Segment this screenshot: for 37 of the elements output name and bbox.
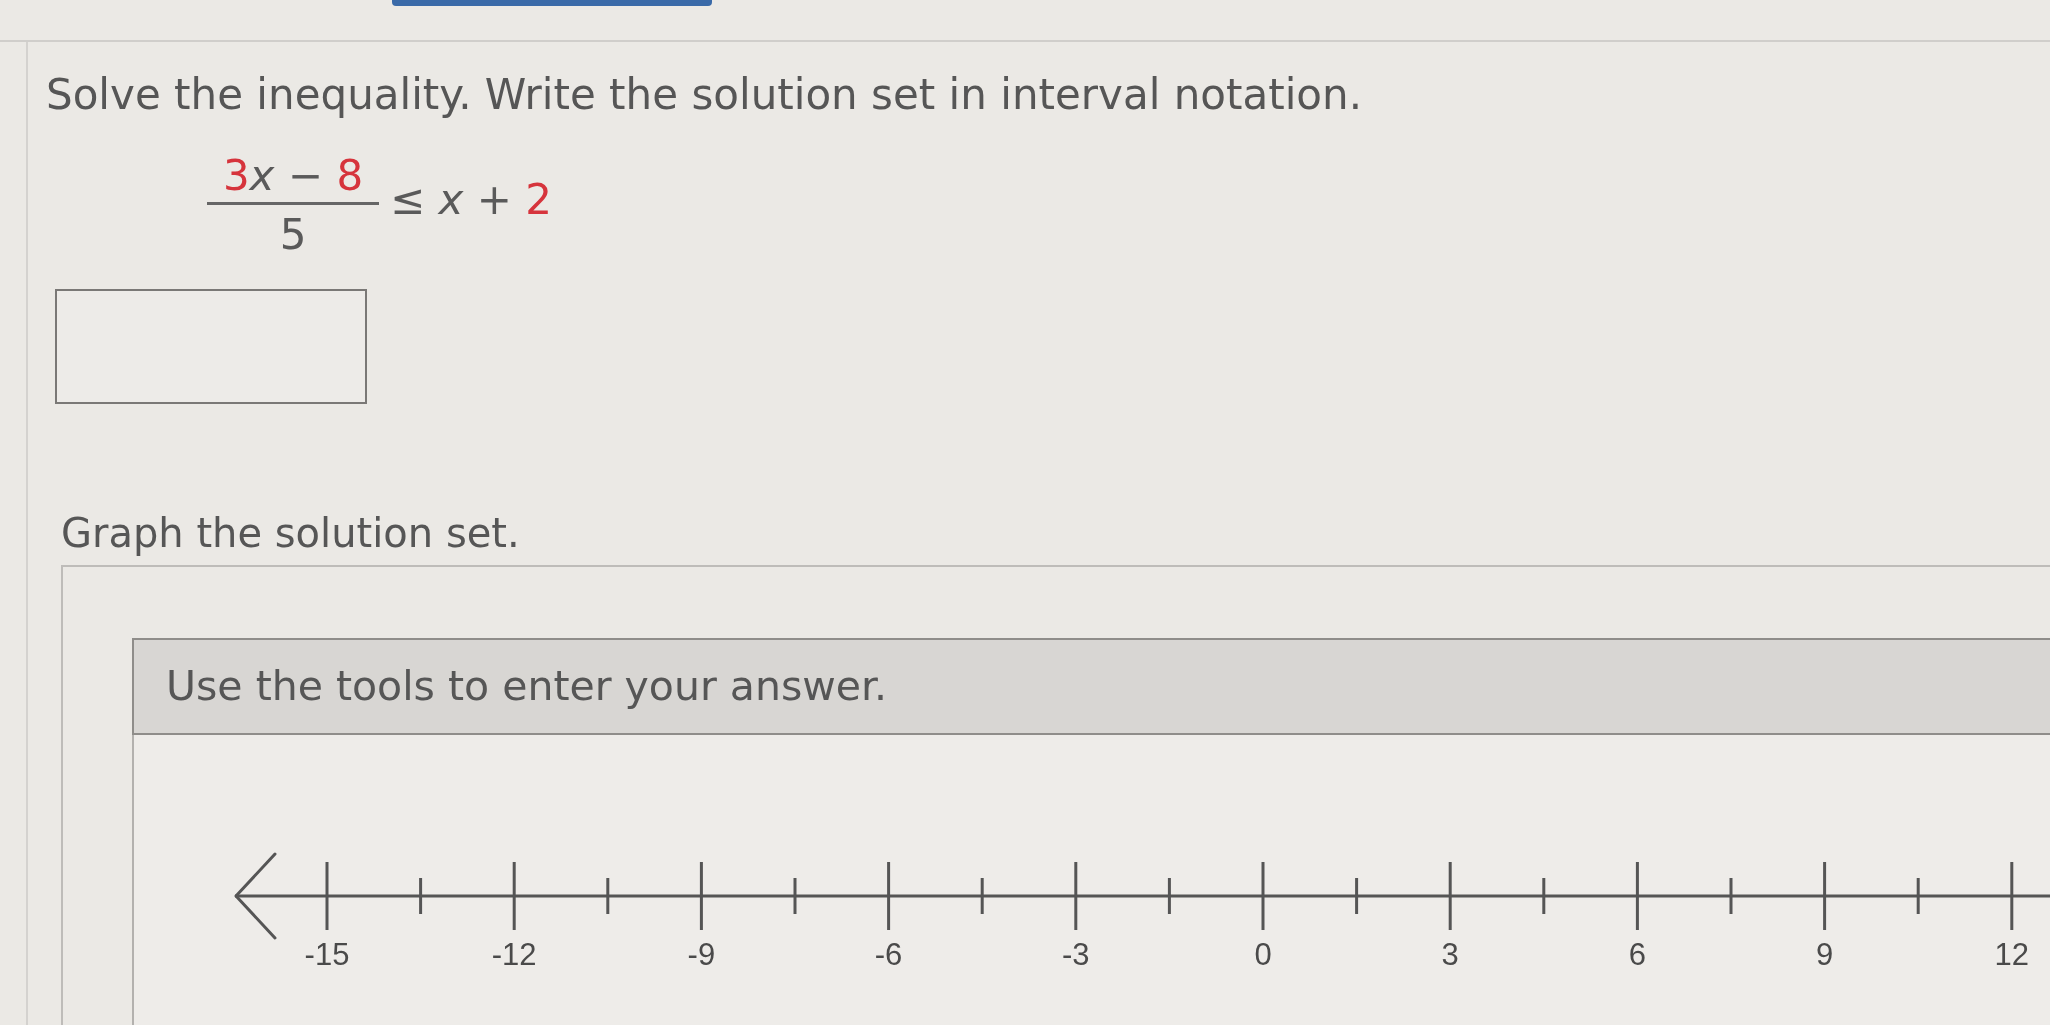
fraction-denominator: 5 — [279, 213, 307, 257]
major-tick — [1635, 862, 1639, 930]
inequality-right-side: ≤ x + 2 — [390, 178, 553, 222]
instructions-banner: Use the tools to enter your answer. — [132, 638, 2050, 735]
minor-tick — [793, 878, 797, 914]
major-tick — [512, 862, 516, 930]
number-line-axis[interactable] — [234, 852, 2050, 940]
major-tick — [887, 862, 891, 930]
graph-prompt: Graph the solution set. — [61, 510, 521, 556]
answer-box[interactable] — [55, 289, 367, 404]
minor-tick — [1729, 878, 1733, 914]
major-tick — [325, 862, 329, 930]
major-tick — [2010, 862, 2014, 930]
major-tick — [1074, 862, 1078, 930]
minor-tick — [1355, 878, 1359, 914]
tick-label: 12 — [1994, 937, 2030, 972]
major-tick — [1448, 862, 1452, 930]
tick-label: 3 — [1441, 937, 1459, 972]
tick-label: -9 — [687, 937, 716, 972]
minor-tick — [980, 878, 984, 914]
minor-tick — [606, 878, 610, 914]
question-prompt: Solve the inequality. Write the solution set in interval notation. — [46, 71, 1364, 119]
minor-tick — [1542, 878, 1546, 914]
minor-tick — [1167, 878, 1171, 914]
tick-label: -6 — [874, 937, 903, 972]
fraction-numerator: 3x − 8 — [221, 154, 365, 198]
minor-tick — [419, 878, 423, 914]
major-tick — [699, 862, 703, 930]
minor-tick — [1916, 878, 1920, 914]
tick-label: 0 — [1254, 937, 1272, 972]
tick-label: 9 — [1815, 937, 1834, 972]
major-tick — [1823, 862, 1827, 930]
major-tick — [1261, 862, 1265, 930]
tick-label: -15 — [304, 937, 350, 972]
tick-label: -12 — [491, 937, 537, 972]
tick-label: -3 — [1062, 937, 1090, 972]
tick-label: 6 — [1628, 937, 1647, 972]
